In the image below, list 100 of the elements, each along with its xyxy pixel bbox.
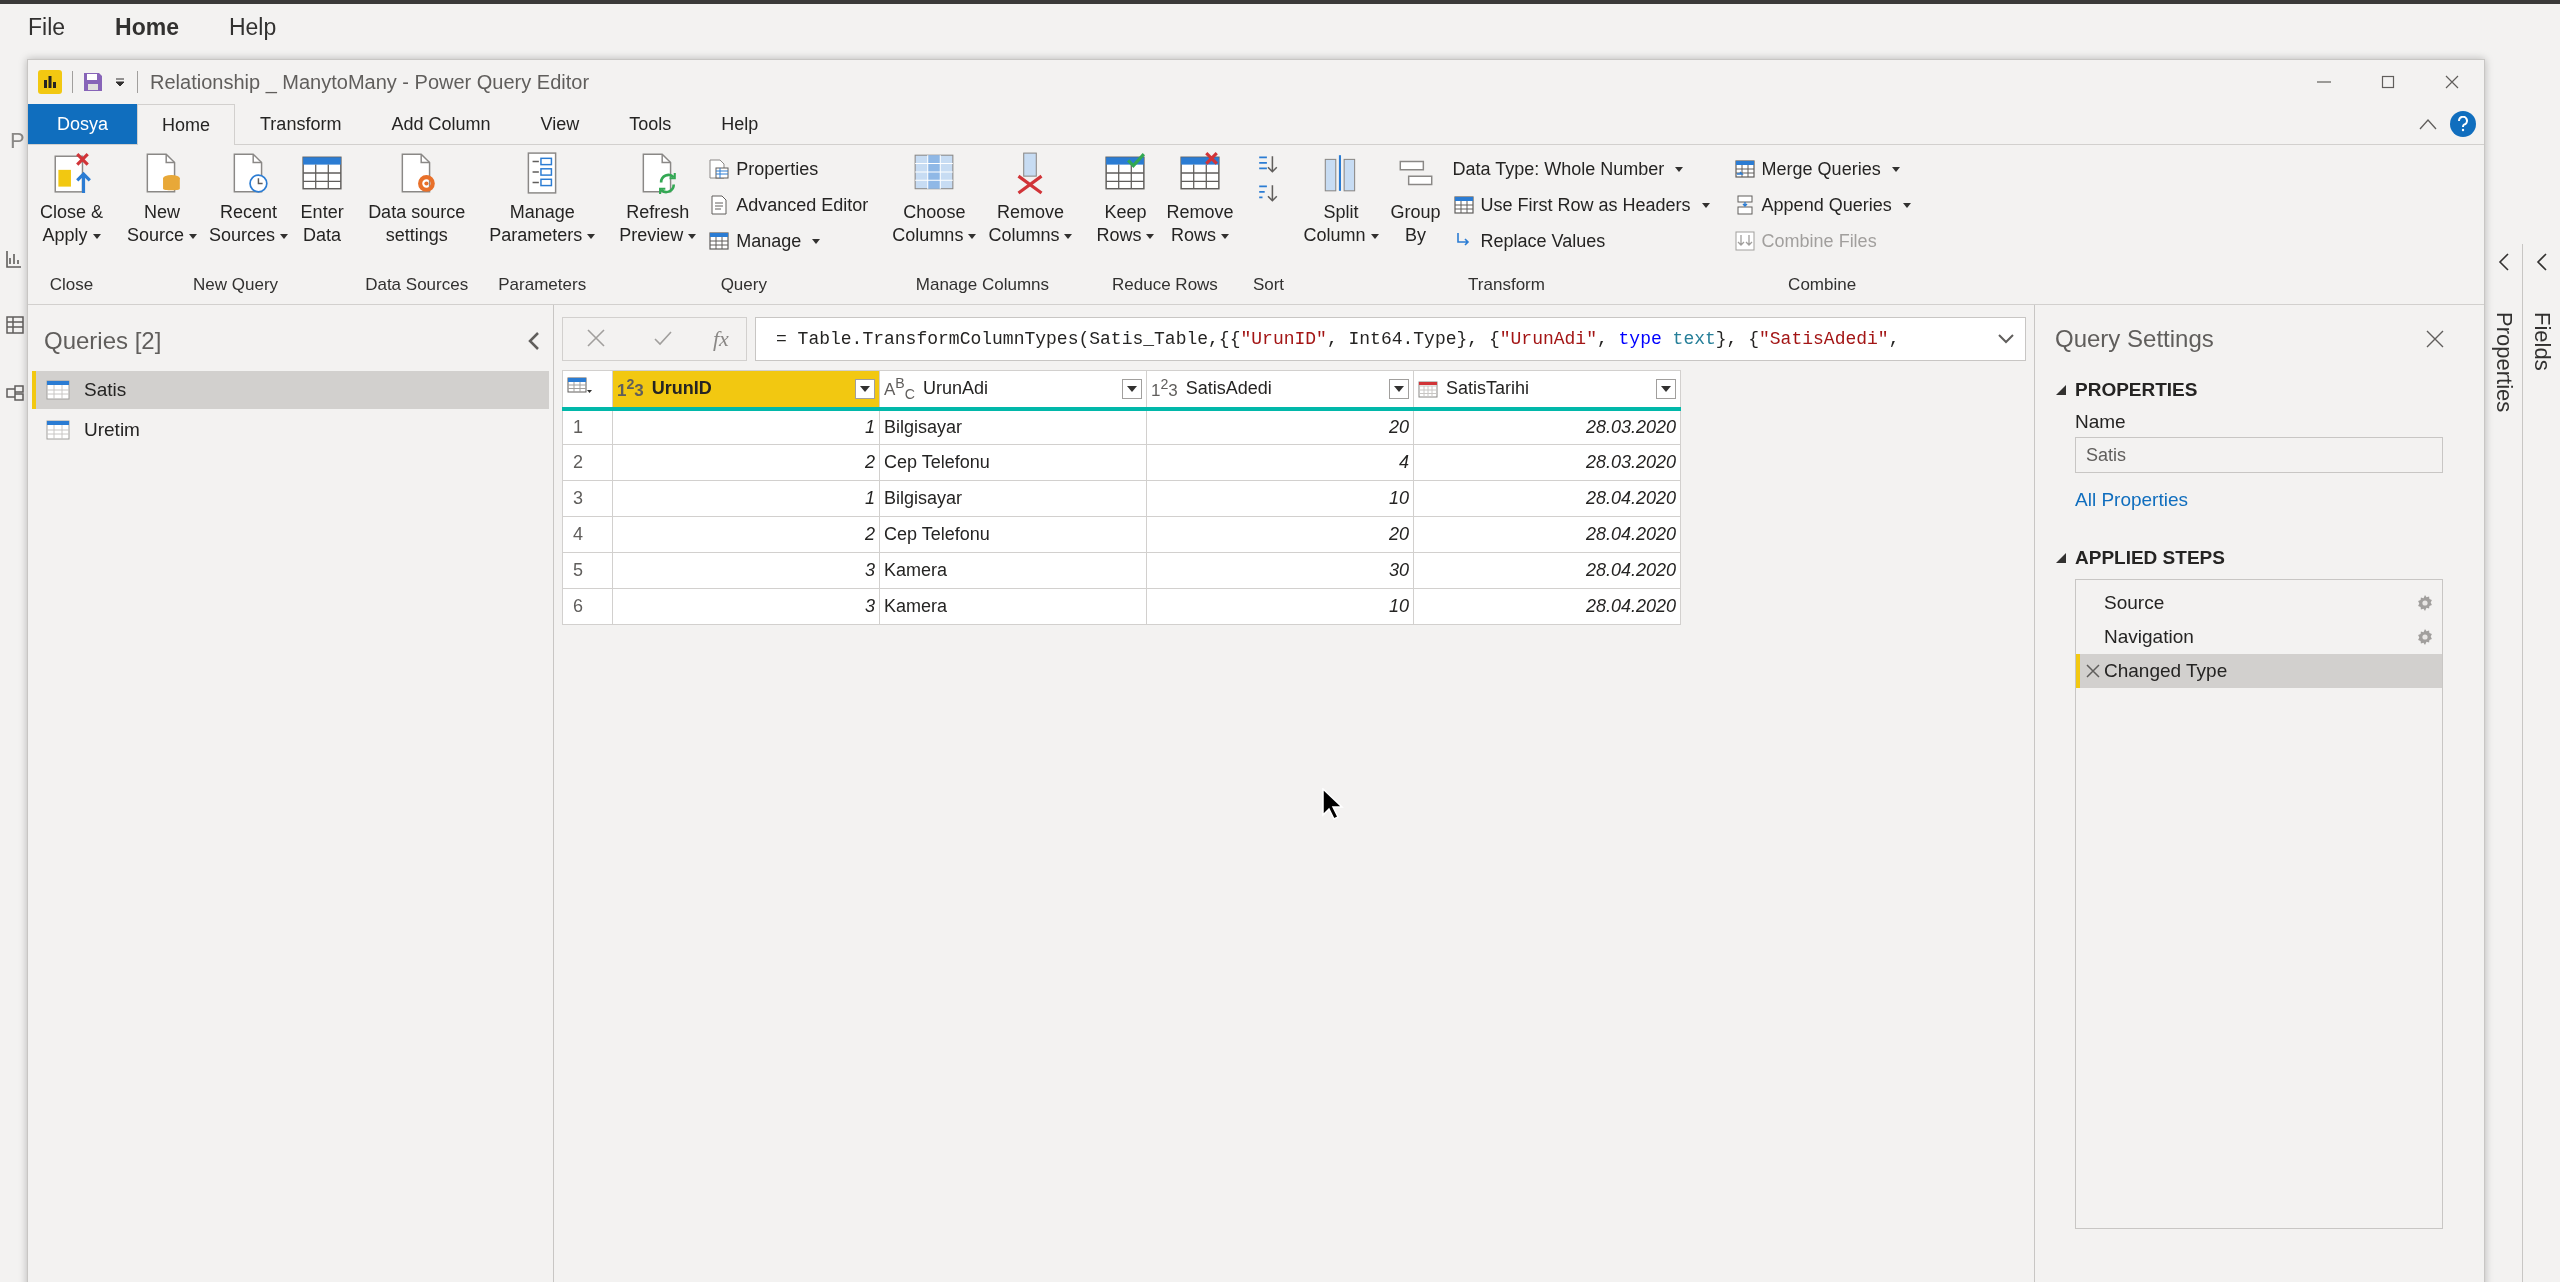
table-cell: 4 <box>1146 444 1414 481</box>
query-item[interactable]: Satis <box>32 371 549 409</box>
group-label: Manage Columns <box>915 275 1049 295</box>
row-number: 4 <box>562 516 613 553</box>
close-icon <box>2444 74 2460 90</box>
table-cell: 10 <box>1146 480 1414 517</box>
group-label: Transform <box>1468 275 1545 295</box>
merge-queries-button[interactable]: Merge Queries <box>1727 151 1917 187</box>
split-column-button[interactable]: Split Column <box>1297 151 1385 247</box>
sort-ascending-icon <box>1257 153 1280 175</box>
ribbon-tab[interactable]: Tools <box>604 104 697 144</box>
table-cell: 28.03.2020 <box>1413 408 1681 445</box>
group-label: New Query <box>193 275 279 295</box>
step-item[interactable]: Source <box>2076 586 2442 620</box>
delete-icon[interactable] <box>2084 662 2102 680</box>
table-cell: Kamera <box>879 552 1147 589</box>
step-item[interactable]: Changed Type <box>2076 654 2442 688</box>
data-source-settings-button[interactable]: Data source settings <box>362 151 472 247</box>
maximize-icon <box>2380 74 2396 90</box>
menu-item[interactable]: Home <box>115 14 179 54</box>
menu-label: P <box>10 128 25 154</box>
group-by-button[interactable]: Group By <box>1384 151 1447 247</box>
data-type-dropdown[interactable]: Data Type: Whole Number <box>1446 151 1716 187</box>
row-number: 6 <box>562 588 613 625</box>
table-icon <box>46 419 70 441</box>
query-item[interactable]: Uretim <box>32 411 549 449</box>
filter-button[interactable] <box>1122 378 1142 399</box>
column-header[interactable]: 1$^{2}$3 SatisAdedi <box>1146 370 1414 409</box>
filter-button[interactable] <box>855 378 875 399</box>
table-cell: 10 <box>1146 588 1414 625</box>
calendar-icon <box>1418 379 1438 398</box>
table-cell: 30 <box>1146 552 1414 589</box>
keep-rows-button[interactable]: Keep Rows <box>1090 151 1161 247</box>
table-menu[interactable] <box>562 370 613 409</box>
table-icon <box>6 316 24 334</box>
name-field[interactable]: Satis <box>2075 437 2443 473</box>
caret-icon[interactable] <box>113 75 127 89</box>
remove-rows-button[interactable]: Remove Rows <box>1160 151 1240 247</box>
expand-triangle-icon[interactable] <box>2055 552 2067 564</box>
expand-pane-icon[interactable] <box>2535 252 2548 272</box>
table-cell: Kamera <box>879 588 1147 625</box>
combine-icon <box>1733 230 1756 252</box>
file-tab[interactable]: Dosya <box>28 104 138 144</box>
choose-columns-button[interactable]: Choose Columns <box>886 151 983 247</box>
ribbon-tab[interactable]: Transform <box>235 104 367 144</box>
replace-values-button[interactable]: Replace Values <box>1446 223 1716 259</box>
app-logo-icon <box>38 70 62 94</box>
ribbon-tab[interactable]: Help <box>696 104 784 144</box>
filter-button[interactable] <box>1656 378 1676 399</box>
append-queries-button[interactable]: Append Queries <box>1727 187 1917 223</box>
menu-item[interactable]: File <box>28 14 66 54</box>
minimize-icon <box>2317 81 2331 83</box>
save-icon[interactable] <box>83 72 103 92</box>
recent-sources-button[interactable]: Recent Sources <box>203 151 295 247</box>
manage-parameters-button[interactable]: Manage Parameters <box>483 151 602 247</box>
table-cell: Bilgisayar <box>879 408 1147 445</box>
remove-columns-button[interactable]: Remove Columns <box>982 151 1079 247</box>
close-apply-button[interactable]: Close & Apply <box>34 151 110 247</box>
table-cell: 2 <box>612 444 880 481</box>
ribbon-tab[interactable]: View <box>515 104 605 144</box>
help-button[interactable] <box>2450 111 2476 137</box>
row-number: 2 <box>562 444 613 481</box>
ribbon-tab[interactable]: Home <box>137 104 236 145</box>
first-row-headers-button[interactable]: Use First Row as Headers <box>1446 187 1716 223</box>
refresh-preview-button[interactable]: Refresh Preview <box>613 151 703 247</box>
panel-title: Queries [2] <box>44 327 162 355</box>
expand-icon[interactable] <box>1997 333 2015 345</box>
all-properties-link[interactable]: All Properties <box>2075 489 2188 511</box>
pane-tab[interactable]: Properties <box>2490 312 2517 413</box>
advanced-editor-button[interactable]: Advanced Editor <box>702 187 875 223</box>
step-item[interactable]: Navigation <box>2076 620 2442 654</box>
enter-data-button[interactable]: Enter Data <box>294 151 351 247</box>
question-icon <box>2457 116 2469 132</box>
column-header[interactable]: SatisTarihi <box>1413 370 1681 409</box>
pane-tab[interactable]: Fields <box>2528 312 2555 371</box>
row-number: 5 <box>562 552 613 589</box>
model-icon <box>6 384 24 402</box>
manage-button[interactable]: Manage <box>702 223 875 259</box>
collapse-ribbon-icon[interactable] <box>2418 117 2438 131</box>
column-header[interactable]: A$^{B}$$_{C}$ UrunAdi <box>879 370 1147 409</box>
expand-triangle-icon[interactable] <box>2055 384 2067 396</box>
properties-button[interactable]: Properties <box>702 151 875 187</box>
ribbon-tab[interactable]: Add Column <box>366 104 516 144</box>
table-cell: Cep Telefonu <box>879 516 1147 553</box>
menu-item[interactable]: Help <box>228 14 277 54</box>
type-icon[interactable]: 1$^{2}$3 <box>617 376 644 402</box>
filter-button[interactable] <box>1389 378 1409 399</box>
group-label: Sort <box>1252 275 1285 295</box>
column-header[interactable]: 1$^{2}$3 UrunID <box>612 370 880 409</box>
group-label: Combine <box>1788 275 1857 295</box>
expand-pane-icon[interactable] <box>2497 252 2510 272</box>
caret-icon <box>860 385 870 392</box>
new-source-button[interactable]: New Source <box>121 151 204 247</box>
table-cell: 20 <box>1146 408 1414 445</box>
caret-icon <box>1661 385 1671 392</box>
table-cell: 2 <box>612 516 880 553</box>
collapse-icon[interactable] <box>527 331 541 351</box>
group-label: Reduce Rows <box>1112 275 1218 295</box>
type-icon[interactable]: 1$^{2}$3 <box>1151 376 1178 402</box>
close-icon[interactable] <box>2426 330 2444 348</box>
